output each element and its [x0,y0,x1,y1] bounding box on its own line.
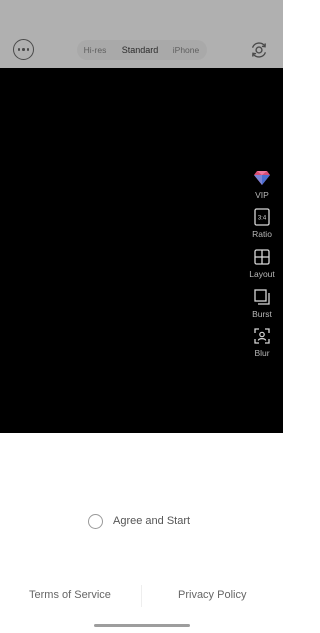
footer-divider [141,585,142,607]
mode-hi-res[interactable]: Hi-res [77,40,113,60]
layout-tool[interactable]: Layout [242,248,282,286]
mode-standard[interactable]: Standard [116,40,164,60]
mode-iphone[interactable]: iPhone [168,40,204,60]
agree-and-start-option[interactable]: Agree and Start [88,513,190,529]
flip-camera-icon[interactable] [248,39,270,61]
ratio-3-4-icon: 3:4 [253,208,271,226]
layout-label: Layout [249,269,275,279]
burst-stack-icon [253,288,271,306]
grid-layout-icon [253,248,271,266]
vip-tool[interactable]: VIP [242,169,282,207]
terms-of-service-link[interactable]: Terms of Service [29,589,111,601]
top-bar: Hi-res Standard iPhone [0,0,283,68]
blur-tool[interactable]: Blur [242,327,282,365]
home-indicator[interactable] [94,624,190,627]
diamond-icon [253,169,271,187]
face-blur-icon [253,327,271,345]
burst-tool[interactable]: Burst [242,288,282,326]
ratio-icon-text: 3:4 [258,216,267,222]
agree-radio[interactable] [88,513,103,529]
burst-label: Burst [252,309,272,319]
more-options-icon[interactable] [13,39,34,60]
ratio-tool[interactable]: 3:4 Ratio [242,208,282,246]
menu-dot [26,48,30,51]
privacy-policy-link[interactable]: Privacy Policy [178,589,246,601]
menu-dot [17,48,21,51]
agree-label: Agree and Start [113,515,191,527]
ratio-label: Ratio [252,229,272,239]
camera-mode-switch: Hi-res Standard iPhone [77,40,207,60]
vip-label: VIP [255,190,269,200]
blur-label: Blur [254,348,270,358]
camera-viewfinder[interactable]: VIP 3:4 Ratio Layout Burst Blur [0,68,283,433]
menu-dot [22,48,25,51]
